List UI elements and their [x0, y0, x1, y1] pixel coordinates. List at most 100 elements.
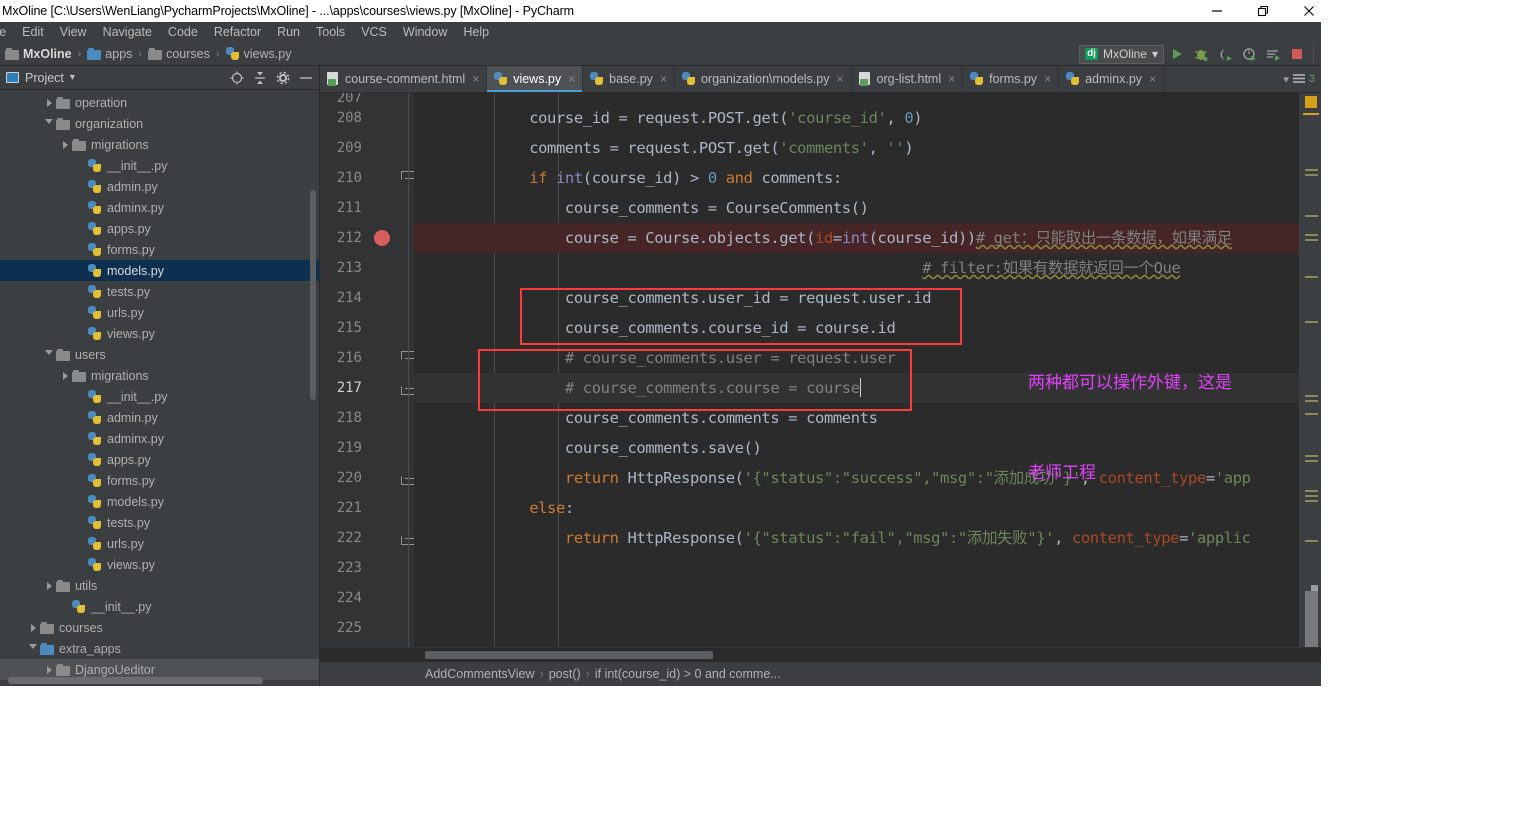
gutter-line[interactable]: 223 — [320, 553, 414, 583]
code-line[interactable]: course = Course.objects.get(id=int(cours… — [414, 223, 1299, 253]
gutter-line[interactable]: 217 — [320, 373, 416, 403]
run-configuration-selector[interactable]: dj MxOline ▾ — [1079, 44, 1164, 64]
code-line[interactable] — [414, 553, 1299, 583]
close-tab-icon[interactable]: × — [1149, 72, 1156, 86]
chevron-right-icon[interactable] — [58, 140, 72, 149]
menu-run[interactable]: Run — [269, 22, 308, 42]
maximize-icon[interactable] — [1240, 0, 1286, 22]
breadcrumb-item-apps[interactable]: apps — [84, 47, 135, 61]
menu-navigate[interactable]: Navigate — [95, 22, 160, 42]
profile-button[interactable] — [1238, 43, 1260, 65]
tree-item-views-py[interactable]: views.py — [0, 554, 319, 575]
marker-bar[interactable] — [1299, 93, 1321, 647]
chevron-right-icon[interactable] — [42, 98, 56, 107]
tree-item---init---py[interactable]: __init__.py — [0, 386, 319, 407]
chevron-right-icon[interactable] — [42, 581, 56, 590]
tree-item-models-py[interactable]: models.py — [0, 260, 319, 281]
run-coverage-button[interactable] — [1214, 43, 1236, 65]
project-tree-hscrollbar[interactable] — [8, 677, 263, 684]
editor-horizontal-scrollbar[interactable] — [425, 651, 713, 659]
marker-scrollbar-thumb[interactable] — [1305, 591, 1318, 647]
close-tab-icon[interactable]: × — [948, 72, 955, 86]
editor-horizontal-scroll-area[interactable] — [320, 647, 1321, 661]
gutter-line[interactable]: 219 — [320, 433, 414, 463]
menu-code[interactable]: Code — [160, 22, 206, 42]
tree-item-urls-py[interactable]: urls.py — [0, 302, 319, 323]
editor-tab-course-comment-html[interactable]: course-comment.html × — [320, 66, 488, 92]
tree-item-apps-py[interactable]: apps.py — [0, 449, 319, 470]
close-tab-icon[interactable]: × — [568, 72, 575, 86]
breadcrumb-statement[interactable]: if int(course_id) > 0 and comme... — [590, 667, 786, 681]
tree-item-users[interactable]: users — [0, 344, 319, 365]
gutter-line[interactable]: 225 — [320, 613, 414, 643]
tree-item-adminx-py[interactable]: adminx.py — [0, 197, 319, 218]
gutter-line[interactable]: 221 — [320, 493, 414, 523]
close-tab-icon[interactable]: × — [837, 72, 844, 86]
menu-vcs[interactable]: VCS — [353, 22, 395, 42]
minimize-icon[interactable] — [1194, 0, 1240, 22]
gutter-line[interactable]: 224 — [320, 583, 414, 613]
breadcrumb-item-file[interactable]: views.py — [223, 46, 295, 61]
project-tree-scrollbar[interactable] — [310, 190, 316, 400]
chevron-right-icon[interactable] — [58, 371, 72, 380]
editor-tab-forms-py[interactable]: forms.py × — [963, 66, 1060, 92]
gutter-line[interactable]: 211 — [320, 193, 414, 223]
tree-item-organization[interactable]: organization — [0, 113, 319, 134]
project-tree[interactable]: operation organization migrations __init__.… — [0, 90, 319, 686]
tree-item-views-py[interactable]: views.py — [0, 323, 319, 344]
chevron-down-icon[interactable]: ▾ — [70, 72, 75, 83]
inspection-status-icon[interactable] — [1305, 96, 1317, 108]
gutter-line[interactable]: 222 — [320, 523, 416, 553]
editor-tab-org-list-html[interactable]: org-list.html × — [852, 66, 964, 92]
menu-help[interactable]: Help — [455, 22, 497, 42]
tree-item-operation[interactable]: operation — [0, 92, 319, 113]
breadcrumb-item-courses[interactable]: courses — [145, 47, 213, 61]
collapse-all-icon[interactable] — [253, 71, 267, 85]
chevron-down-icon[interactable]: ▾ — [1152, 47, 1158, 61]
gutter-line[interactable]: 212 — [320, 223, 414, 253]
tree-item-admin-py[interactable]: admin.py — [0, 407, 319, 428]
menu-edit[interactable]: Edit — [14, 22, 52, 42]
tree-item---init---py[interactable]: __init__.py — [0, 155, 319, 176]
menu-view[interactable]: View — [52, 22, 95, 42]
breadcrumb-item-project[interactable]: MxOline — [2, 47, 75, 61]
close-icon[interactable] — [1286, 0, 1332, 22]
editor-tab-adminx-py[interactable]: adminx.py × — [1059, 66, 1165, 92]
run-with-console-button[interactable] — [1262, 43, 1284, 65]
tree-item-tests-py[interactable]: tests.py — [0, 512, 319, 533]
chevron-down-icon[interactable] — [42, 119, 56, 128]
gutter-line[interactable]: 213 — [320, 253, 414, 283]
editor-tab-base-py[interactable]: base.py × — [583, 66, 675, 92]
gutter-line[interactable]: 209 — [320, 133, 414, 163]
tree-item-urls-py[interactable]: urls.py — [0, 533, 319, 554]
gutter-line[interactable]: 214 — [320, 283, 414, 313]
debug-button[interactable] — [1190, 43, 1212, 65]
run-button[interactable] — [1166, 43, 1188, 65]
menu-file[interactable]: File — [0, 22, 14, 42]
code-line[interactable]: course_id = request.POST.get('course_id'… — [414, 103, 1299, 133]
tree-item-apps-py[interactable]: apps.py — [0, 218, 319, 239]
tree-item-admin-py[interactable]: admin.py — [0, 176, 319, 197]
chevron-down-icon[interactable]: ▾ — [1283, 73, 1289, 86]
close-tab-icon[interactable]: × — [1044, 72, 1051, 86]
code-line[interactable] — [414, 613, 1299, 643]
gutter-line[interactable]: 215 — [320, 313, 414, 343]
editor-tab-views-py[interactable]: views.py × — [487, 66, 584, 92]
tree-item-forms-py[interactable]: forms.py — [0, 239, 319, 260]
locate-icon[interactable] — [230, 71, 244, 85]
hide-panel-icon[interactable] — [299, 71, 313, 85]
code-line[interactable]: # filter:如果有数据就返回一个Que — [414, 253, 1299, 283]
tree-item-migrations[interactable]: migrations — [0, 134, 319, 155]
tree-item-tests-py[interactable]: tests.py — [0, 281, 319, 302]
code-editor[interactable]: 207 208 209 210 211 212 213 214 215 216 217 218 219 2… — [320, 93, 1321, 647]
tree-item-migrations[interactable]: migrations — [0, 365, 319, 386]
menu-tools[interactable]: Tools — [308, 22, 353, 42]
tree-item-utils[interactable]: utils — [0, 575, 319, 596]
close-tab-icon[interactable]: × — [472, 72, 479, 86]
chevron-right-icon[interactable] — [42, 665, 56, 674]
gutter-line[interactable]: 216 — [320, 343, 416, 373]
menu-refactor[interactable]: Refactor — [206, 22, 269, 42]
gutter-line[interactable]: 220 — [320, 463, 416, 493]
stop-button[interactable] — [1286, 43, 1308, 65]
breakpoint-marker[interactable] — [374, 230, 390, 246]
